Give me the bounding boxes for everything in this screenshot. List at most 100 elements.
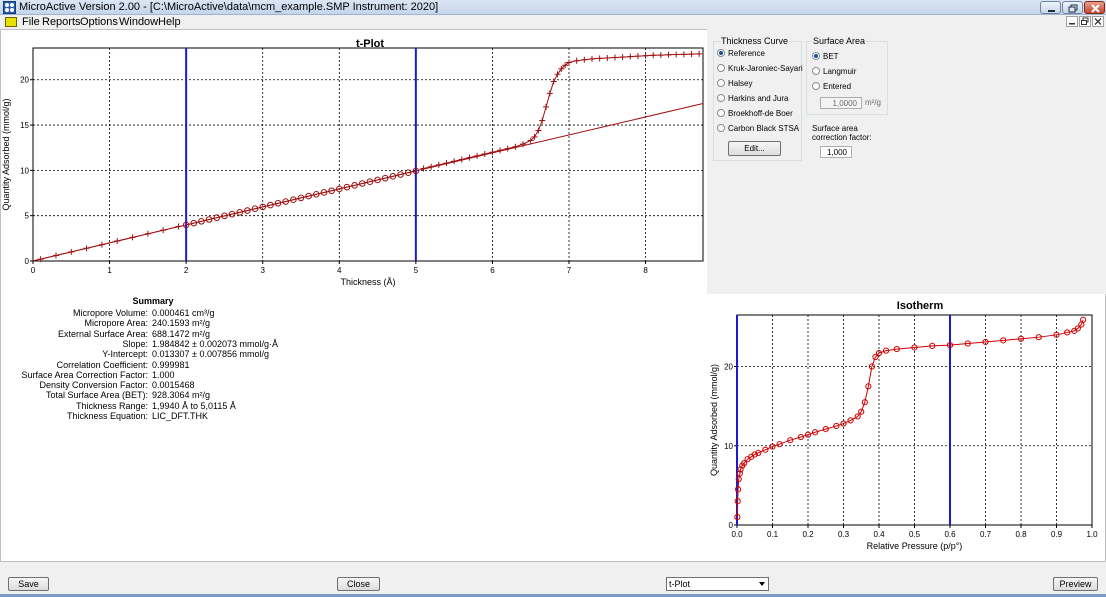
mdi-close-button[interactable] [1092,16,1104,27]
close-icon [1091,4,1100,13]
radio-icon [717,94,725,102]
thickness-radio-label: Carbon Black STSA [728,124,800,133]
x-tick-label: 0.9 [1051,530,1063,539]
menu-options[interactable]: Options [80,16,118,28]
bottom-bar [0,562,1106,597]
thickness-radio-label: Reference [728,49,765,58]
window-title: MicroActive Version 2.00 - [C:\MicroActi… [19,1,439,13]
entered-surface-area-field[interactable]: 1,0000 [820,97,862,109]
x-axis-label: Relative Pressure (p/p°) [867,541,963,551]
surface-area-radio[interactable]: Langmuir [812,67,856,76]
thickness-radio-label: Broekhoff-de Boer [728,109,793,118]
x-tick-label: 0.5 [909,530,921,539]
summary-value: 1.000 [152,369,175,380]
y-tick-label: 0 [25,257,30,266]
close-button[interactable]: Close [337,577,380,591]
summary-label: External Surface Area: [57,328,148,339]
radio-icon [717,49,725,57]
menu-bar: File Reports Options Window Help [0,15,1106,29]
x-tick-label: 4 [337,266,342,275]
summary-label: Density Conversion Factor: [39,380,148,391]
minimize-icon [1069,23,1075,25]
x-tick-label: 0.3 [838,530,850,539]
correction-factor-field[interactable]: 1,000 [820,146,852,158]
y-axis-label: Quantity Adsorbed (mmol/g) [1,98,11,210]
surface-area-radio[interactable]: BET [812,52,839,61]
y-tick-label: 10 [724,442,733,451]
menu-window[interactable]: Window [119,16,158,28]
summary-value: 0.000461 cm³/g [152,308,215,318]
y-tick-label: 20 [724,363,733,372]
summary-row: Total Surface Area (BET): 928.3064 m²/g [20,390,210,401]
thickness-radio[interactable]: Kruk-Jaroniec-Sayari [717,64,803,73]
x-tick-label: 2 [184,266,189,275]
summary-label: Micropore Volume: [72,308,148,318]
title-bar: MicroActive Version 2.00 - [C:\MicroActi… [0,0,1106,15]
summary-value: 0.999981 [152,359,190,370]
summary-row: Y-Intercept: 0.013307 ± 0.007856 mmol/g [20,349,269,359]
y-tick-label: 10 [20,166,29,175]
isotherm-chart[interactable]: 0.0 0.1 0.2 0.3 0.4 0.5 0.6 0.7 0.8 0.9 1.0 0 10 20 Re… [706,304,1104,559]
thickness-radio[interactable]: Halsey [717,79,752,88]
close-window-button[interactable] [1084,1,1105,14]
entered-unit-label: m²/g [865,98,881,107]
maximize-button[interactable] [1062,1,1083,14]
preview-button[interactable]: Preview [1053,577,1098,591]
summary-value: 240.1593 m²/g [152,318,211,329]
menu-help[interactable]: Help [158,16,181,28]
restore-icon [1081,17,1089,25]
edit-button[interactable]: Edit... [728,141,781,156]
x-tick-label: 0.7 [980,530,992,539]
summary-label: Total Surface Area (BET): [45,390,148,401]
thickness-radio-label: Halsey [728,79,753,88]
radio-icon [812,67,820,75]
summary-label: Micropore Area: [84,318,148,329]
surface-area-label: Surface Area [812,36,867,46]
x-tick-label: 0.2 [802,530,814,539]
x-tick-label: 6 [490,266,495,275]
summary-row: Correlation Coefficient: 0.999981 [20,360,190,370]
tplot-chart[interactable]: 0 1 2 3 4 5 6 7 8 0 5 10 15 20 Thickness (Å) Quantity A… [0,30,706,292]
thickness-radio[interactable]: Broekhoff-de Boer [717,109,793,118]
minimize-icon [1048,10,1055,12]
thickness-radio[interactable]: Reference [717,49,765,58]
x-tick-label: 1 [107,266,112,275]
summary-label: Thickness Equation: [66,411,148,421]
summary-label: Thickness Range: [75,400,148,411]
x-tick-label: 8 [643,266,648,275]
x-axis-label: Thickness (Å) [340,277,395,287]
x-tick-label: 0.0 [731,530,743,539]
summary-value: LIC_DFT.THK [152,411,209,421]
summary-row: Thickness Range: 1,9940 Å to 5,0115 Å [20,400,236,411]
radio-icon [812,52,820,60]
document-icon[interactable] [5,17,17,27]
menu-reports[interactable]: Reports [42,16,81,28]
y-tick-label: 20 [20,76,29,85]
surface-area-radio-label: Entered [823,82,852,91]
thickness-radio[interactable]: Carbon Black STSA [717,124,799,133]
view-select[interactable]: t-Plot [666,577,769,591]
radio-icon [717,79,725,87]
minimize-button[interactable] [1040,1,1061,14]
y-tick-label: 5 [25,212,30,221]
surface-area-radio[interactable]: Entered [812,82,851,91]
mdi-restore-button[interactable] [1079,16,1091,27]
thickness-radio[interactable]: Harkins and Jura [717,94,788,103]
surface-area-radio-label: BET [823,52,839,61]
mdi-minimize-button[interactable] [1066,16,1078,27]
radio-icon [717,124,725,132]
summary-row: Micropore Volume: 0.000461 cm³/g [20,308,215,318]
summary-value: 928.3064 m²/g [152,390,211,401]
save-button[interactable]: Save [8,577,49,591]
close-icon [1094,18,1102,25]
thickness-radio-label: Harkins and Jura [728,94,789,103]
correction-factor-label: Surface area correction factor: [812,124,872,142]
menu-file[interactable]: File [22,16,40,28]
thickness-curve-label: Thickness Curve [720,36,790,46]
x-tick-label: 0.4 [873,530,885,539]
summary-value: 0.013307 ± 0.007856 mmol/g [152,349,270,360]
x-tick-label: 3 [260,266,265,275]
summary-value: 1.984842 ± 0.002073 mmol/g·Å [152,338,279,349]
chevron-down-icon [759,582,765,586]
summary-value: 1,9940 Å to 5,0115 Å [152,400,236,411]
